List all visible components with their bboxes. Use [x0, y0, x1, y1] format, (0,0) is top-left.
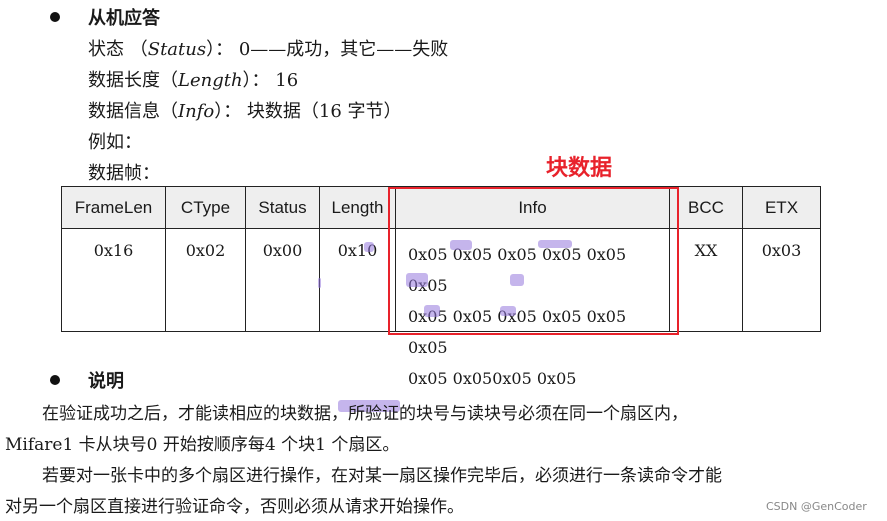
cell-bcc: XX	[670, 229, 743, 332]
cell-ctype: 0x02	[166, 229, 246, 332]
block-data-annotation: 块数据	[546, 156, 613, 181]
header-framelen: FrameLen	[62, 187, 166, 229]
note-paragraph-2-line-2: 对另一个扇区直接进行验证命令，否则必须从请求开始操作。	[5, 497, 464, 517]
pen-mark	[364, 242, 374, 252]
section-title-response: 从机应答	[88, 8, 160, 29]
note-paragraph-1-line-2: Mifare1 卡从块号0 开始按顺序每4 个块1 个扇区。	[5, 435, 400, 455]
status-line: 状态 （Status）： 0——成功，其它——失败	[88, 39, 449, 60]
header-etx: ETX	[743, 187, 821, 229]
header-length: Length	[320, 187, 396, 229]
header-status: Status	[246, 187, 320, 229]
info-line-3: 0x05 0x050x05 0x05	[408, 369, 577, 388]
bullet-icon	[50, 12, 60, 22]
info-highlight-box	[388, 187, 679, 335]
length-line: 数据长度（Length）： 16	[88, 70, 299, 91]
note-paragraph-2-line-1: 若要对一张卡中的多个扇区进行操作，在对某一扇区操作完毕后，必须进行一条读命令才能	[42, 466, 722, 486]
cell-etx: 0x03	[743, 229, 821, 332]
example-label: 例如：	[88, 132, 142, 153]
note-paragraph-1-line-1: 在验证成功之后，才能读相应的块数据，所验证的块号与读块号必须在同一个扇区内，	[42, 404, 688, 424]
watermark: CSDN @GenCoder	[766, 500, 867, 513]
cell-framelen: 0x16	[62, 229, 166, 332]
section-title-notes: 说明	[88, 371, 124, 392]
pen-mark	[318, 278, 321, 288]
header-ctype: CType	[166, 187, 246, 229]
frame-label: 数据帧：	[88, 163, 160, 184]
cell-status: 0x00	[246, 229, 320, 332]
info-line: 数据信息（Info）： 块数据（16 字节）	[88, 101, 402, 122]
bullet-icon	[50, 375, 60, 385]
header-bcc: BCC	[670, 187, 743, 229]
cell-length: 0x10	[320, 229, 396, 332]
